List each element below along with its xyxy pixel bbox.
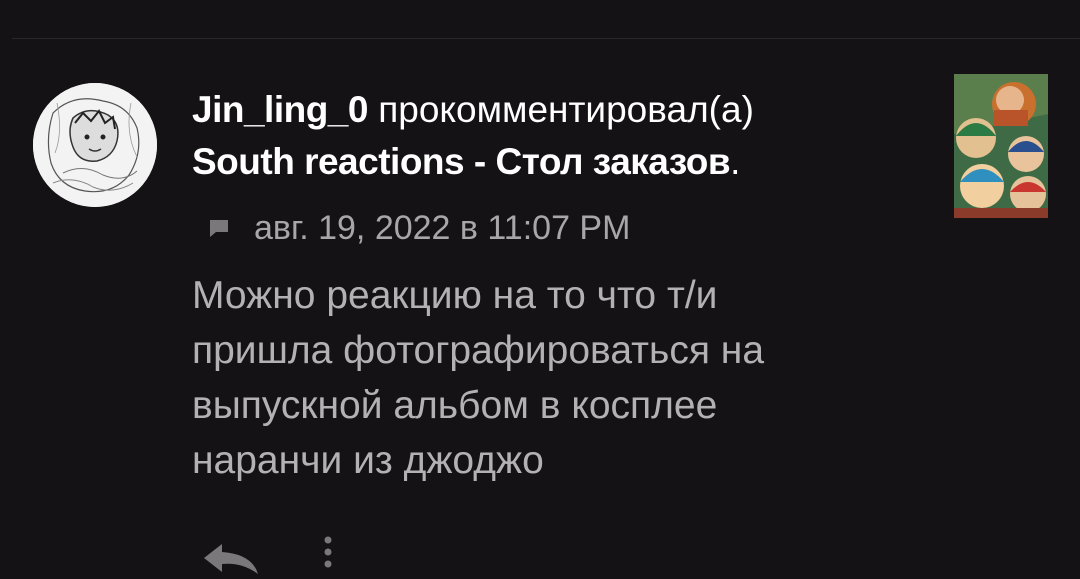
- comment-actions: [200, 530, 400, 574]
- comment-header: Jin_ling_0 прокомментировал(а) South rea…: [192, 84, 932, 188]
- avatar-sketch-image: [33, 83, 157, 207]
- more-vertical-icon[interactable]: [316, 530, 340, 574]
- comment-icon: [208, 217, 230, 239]
- post-thumbnail[interactable]: [954, 74, 1048, 218]
- post-title-link[interactable]: South reactions - Стол заказов: [192, 141, 731, 182]
- title-suffix: .: [730, 141, 741, 182]
- reply-icon[interactable]: [200, 538, 262, 574]
- top-divider: [12, 38, 1080, 39]
- comment-timestamp: авг. 19, 2022 в 11:07 PM: [254, 208, 631, 247]
- user-avatar[interactable]: [33, 83, 157, 207]
- username-link[interactable]: Jin_ling_0: [192, 89, 368, 130]
- action-text: прокомментировал(а): [367, 89, 754, 130]
- comment-text: Можно реакцию на то что т/и пришла фотог…: [192, 274, 765, 482]
- comment-meta: авг. 19, 2022 в 11:07 PM: [208, 205, 630, 251]
- post-thumbnail-image: [954, 74, 1048, 218]
